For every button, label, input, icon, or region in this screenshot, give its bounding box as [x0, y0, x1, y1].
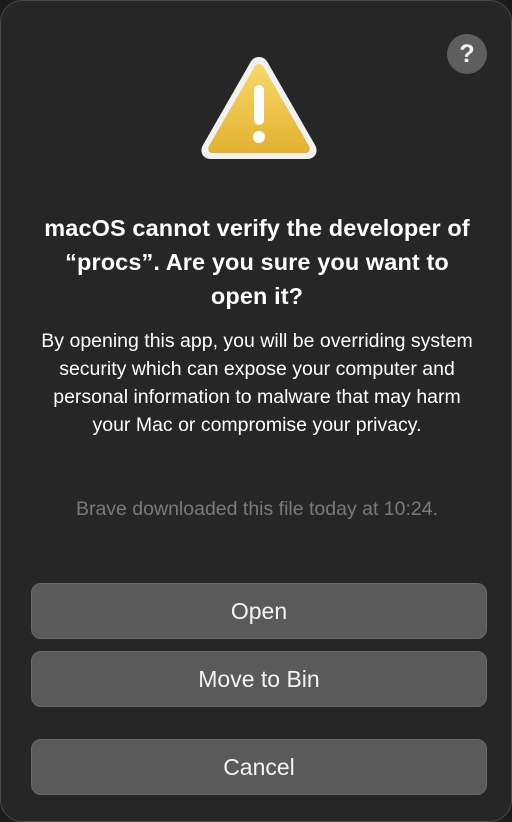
dialog-message: By opening this app, you will be overrid…: [41, 330, 473, 436]
dialog-title: macOS cannot verify the developer of “pr…: [44, 215, 470, 309]
warning-icon: [201, 57, 317, 159]
open-button[interactable]: Open: [31, 583, 487, 639]
move-to-bin-button[interactable]: Move to Bin: [31, 651, 487, 707]
download-info: Brave downloaded this file today at 10:2…: [75, 498, 439, 520]
cancel-button[interactable]: Cancel: [31, 739, 487, 795]
help-button[interactable]: ?: [447, 34, 487, 74]
security-alert-dialog: ? macOS cannot verify the developer of “…: [0, 0, 512, 822]
question-mark-icon: ?: [459, 40, 475, 68]
